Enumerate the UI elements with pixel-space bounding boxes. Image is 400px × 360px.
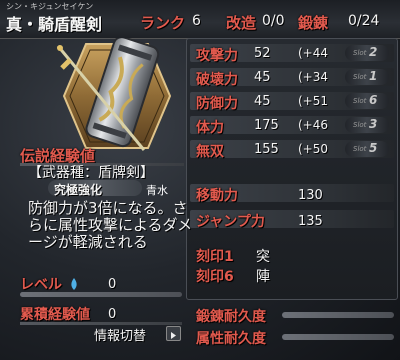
jump-label: ジャンプ力 [196,214,265,230]
slot-number: 3 [369,117,378,131]
level-flame-icon [71,278,77,290]
seal-1-value: 突 [256,249,270,265]
level-label: レベル [20,277,62,293]
jump-value: 135 [298,214,323,229]
tanren-durability-bar [282,312,394,318]
cumulative-exp-value: 0 [108,307,117,322]
weapon-name: 真・騎盾醒剣 [6,15,103,34]
stat-bonus: (+44 [298,46,329,60]
stat-bonus: (+34 [298,70,329,84]
seal-6-value: 陣 [256,269,270,285]
slot-number: 6 [369,93,378,107]
info-toggle-button[interactable]: 情報切替 [94,324,186,344]
stat-value: 155 [254,142,279,157]
move-label: 移動力 [196,188,238,204]
skill-attribute: 青水 [146,184,168,197]
skill-name: 究極強化 [54,183,103,197]
stat-row: 体力 175 (+46 Slot 3 [190,114,394,136]
chevron-right-icon [166,326,181,341]
kaizou-label: 改造 [226,14,257,32]
stat-row: 無双 155 (+50 Slot 5 [190,138,394,160]
cumulative-exp-label: 累積経験値 [20,307,90,323]
stat-label: 破壊力 [196,72,238,88]
seal-6-label: 刻印6 [196,269,234,285]
slot-number: 2 [369,45,378,59]
stat-label: 攻撃力 [196,48,238,64]
slot-number: 1 [369,69,378,83]
rank-label: ランク [140,14,186,32]
stat-label: 防御力 [196,96,238,112]
stat-row: 攻撃力 52 (+44 Slot 2 [190,42,394,64]
tanren-durability-label: 鍛錬耐久度 [196,309,266,325]
stat-row: 破壊力 45 (+34 Slot 1 [190,66,394,88]
slot-badge: Slot 5 [345,141,389,157]
stat-bonus: (+46 [298,118,329,132]
level-value: 0 [108,277,117,292]
move-value: 130 [298,188,323,203]
tanren-value: 0/24 [348,13,380,29]
slot-badge: Slot 2 [345,45,389,61]
slot-prefix: Slot [353,73,367,81]
stat-value: 52 [254,46,271,61]
slot-prefix: Slot [353,49,367,57]
seal-1-label: 刻印1 [196,249,234,265]
stat-label: 体力 [196,120,224,136]
level-bar [20,292,182,297]
slot-number: 5 [369,141,378,155]
slot-prefix: Slot [353,121,367,129]
stat-bonus: (+51 [298,94,329,108]
slot-badge: Slot 6 [345,93,389,109]
slot-prefix: Slot [353,97,367,105]
tanren-label: 鍛錬 [298,14,329,32]
attr-durability-label: 属性耐久度 [196,331,266,347]
skill-description: 防御力が3倍になる。さらに属性攻撃によるダメージが軽減される [28,199,193,251]
info-toggle-label: 情報切替 [94,329,147,344]
rank-value: 6 [192,13,201,29]
stat-row: 防御力 45 (+51 Slot 6 [190,90,394,112]
slot-prefix: Slot [353,145,367,153]
attr-durability-bar [282,334,394,340]
slot-badge: Slot 1 [345,69,389,85]
stat-value: 45 [254,94,271,109]
kaizou-value: 0/0 [262,13,285,29]
stat-value: 175 [254,118,279,133]
stat-value: 45 [254,70,271,85]
stat-bonus: (+50 [298,142,329,156]
slot-badge: Slot 3 [345,117,389,133]
weapon-shield-icon [56,38,172,151]
weapon-type: 【武器種：盾牌剣】 [28,165,154,181]
weapon-status-screen: { "weapon": { "furigana": "シン・キジュンセイケン",… [0,0,400,360]
stat-label: 無双 [196,144,224,160]
